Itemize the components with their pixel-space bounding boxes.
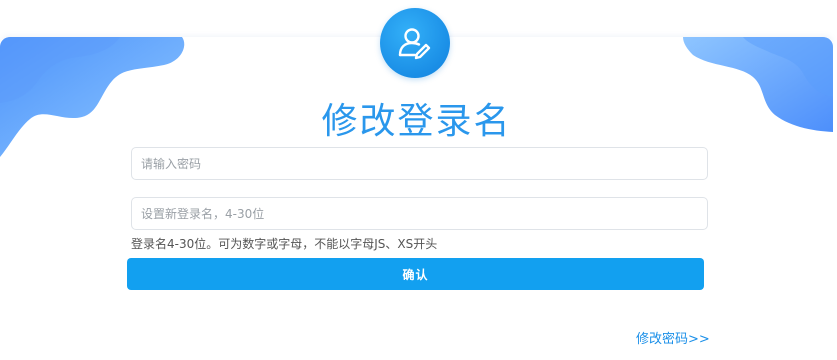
login-name-hint: 登录名4-30位。可为数字或字母，不能以字母JS、XS开头 xyxy=(131,237,438,251)
user-edit-icon xyxy=(398,28,431,60)
confirm-button[interactable]: 确认 xyxy=(127,258,704,290)
page-title: 修改登录名 xyxy=(321,101,512,142)
new-login-name-field[interactable] xyxy=(131,197,708,230)
page: 修改登录名 登录名4-30位。可为数字或字母，不能以字母JS、XS开头 确认 修… xyxy=(0,0,837,360)
avatar xyxy=(380,8,450,78)
password-field[interactable] xyxy=(131,147,708,180)
change-password-link[interactable]: 修改密码>> xyxy=(636,328,710,347)
